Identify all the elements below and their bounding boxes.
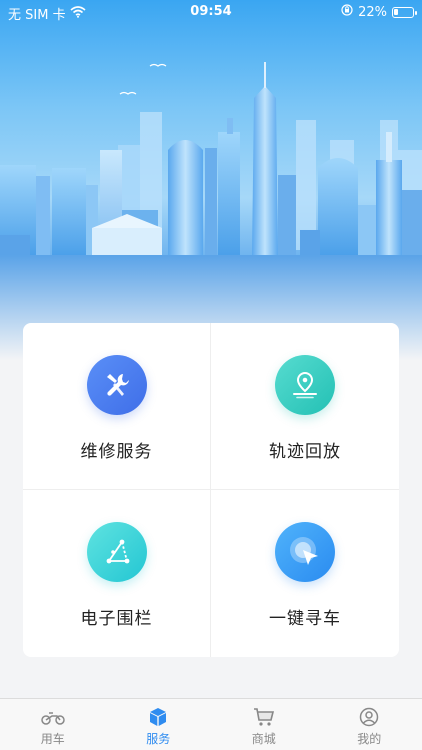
service-label: 维修服务	[80, 442, 153, 462]
service-track-playback[interactable]: 轨迹回放	[211, 323, 399, 490]
service-label: 轨迹回放	[269, 442, 341, 462]
city-skyline-illustration	[0, 62, 422, 360]
city-banner	[0, 0, 422, 360]
battery-icon	[392, 6, 417, 18]
service-repair[interactable]: 维修服务	[23, 323, 211, 490]
battery-level	[394, 8, 398, 15]
cursor-target-icon	[275, 522, 335, 582]
tab-label: 商城	[251, 732, 276, 746]
service-label: 一键寻车	[269, 609, 341, 629]
box-icon	[148, 707, 168, 727]
tab-label: 我的	[357, 732, 382, 746]
orientation-lock-icon	[341, 4, 353, 20]
service-label: 电子围栏	[80, 609, 153, 629]
status-bar: 无 SIM 卡 09:54 22%	[0, 0, 422, 24]
tab-mine[interactable]: 我的	[317, 699, 422, 750]
geofence-triangle-icon	[86, 522, 147, 582]
location-pin-icon	[275, 355, 335, 415]
scooter-icon	[40, 707, 66, 727]
tab-use-car[interactable]: 用车	[0, 699, 106, 750]
cart-icon	[253, 707, 275, 727]
services-card: 维修服务 轨迹回放 电子围栏 一键寻车	[23, 323, 399, 657]
service-find-car[interactable]: 一键寻车	[211, 490, 399, 657]
tab-service[interactable]: 服务	[106, 699, 212, 750]
bottom-tab-bar: 用车 服务 商城 我的	[0, 698, 422, 750]
tab-label: 服务	[146, 732, 171, 746]
battery-percent: 22%	[358, 4, 387, 20]
wrench-screwdriver-icon	[86, 355, 147, 415]
tab-mall[interactable]: 商城	[211, 699, 317, 750]
tab-label: 用车	[40, 732, 65, 746]
service-geofence[interactable]: 电子围栏	[23, 490, 211, 657]
status-right: 22%	[341, 4, 417, 20]
user-icon	[359, 707, 379, 727]
